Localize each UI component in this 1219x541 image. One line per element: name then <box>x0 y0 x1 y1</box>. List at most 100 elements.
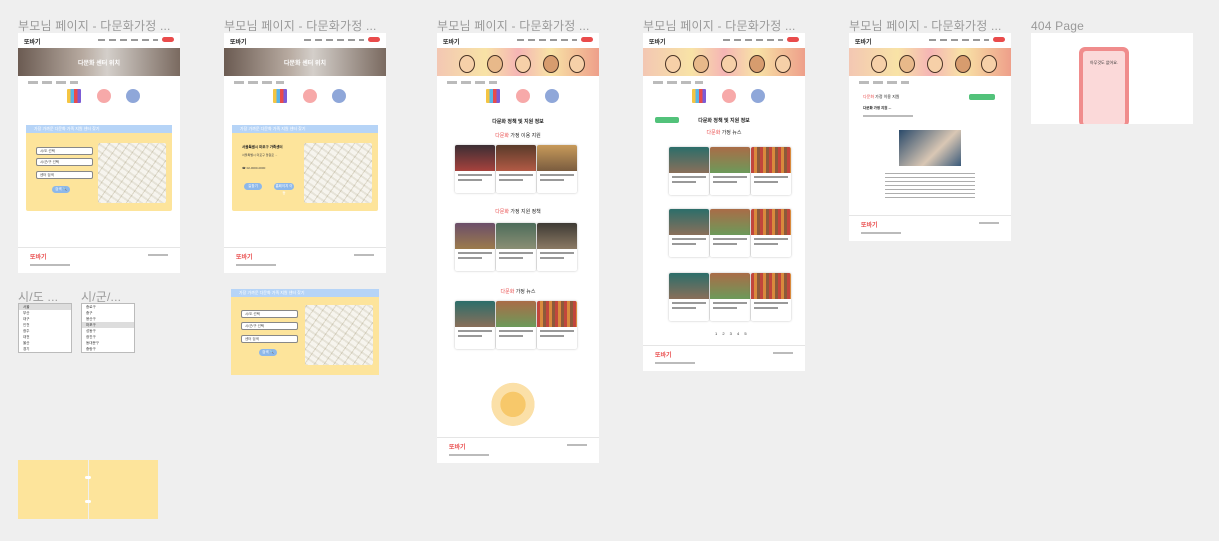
list-button[interactable] <box>969 94 995 100</box>
nav-menu[interactable] <box>517 39 577 41</box>
map-pin-icon[interactable] <box>97 89 111 103</box>
directions-button[interactable]: 길찾기 <box>244 183 262 190</box>
frame-label-4[interactable]: 부모님 페이지 - 다문화가정 ... <box>643 17 796 34</box>
frame-search-panel-variant[interactable]: 가장 가까운 다문화 가족 지원 센터 찾기 시/도 선택 시/군/구 선택 센… <box>231 289 379 375</box>
family-icon[interactable] <box>126 89 140 103</box>
map-view[interactable] <box>304 143 372 203</box>
nav-menu[interactable] <box>98 39 158 41</box>
news-card[interactable] <box>751 273 791 321</box>
footer-links[interactable] <box>861 232 901 234</box>
dropdown-option[interactable]: 경기 <box>19 346 71 352</box>
frame-label-5[interactable]: 부모님 페이지 - 다문화가정 ... <box>849 17 1002 34</box>
support-card[interactable] <box>496 145 536 193</box>
logo[interactable]: 또바기 <box>649 37 666 46</box>
footer-links[interactable] <box>236 264 276 266</box>
chart-icon[interactable] <box>692 89 706 103</box>
chart-icon[interactable] <box>273 89 287 103</box>
child-face-icon <box>487 55 503 73</box>
search-button[interactable]: 검색 🔍 <box>259 349 277 356</box>
news-card[interactable] <box>455 301 495 349</box>
frame-article-detail[interactable]: 또바기 다문화 가정 이용 지원 다문화 가정 지원 ... 또바기 <box>849 33 1011 241</box>
child-face-icon <box>927 55 943 73</box>
sigungu-select[interactable]: 시/군/구 선택 <box>241 322 298 330</box>
frame-label-1[interactable]: 부모님 페이지 - 다문화가정 ... <box>18 17 171 34</box>
news-card[interactable] <box>710 273 750 321</box>
pagination[interactable]: 1 2 3 4 5 <box>715 331 749 336</box>
support-card[interactable] <box>537 145 577 193</box>
social-icons[interactable] <box>567 444 587 446</box>
map-pin-icon[interactable] <box>303 89 317 103</box>
family-icon[interactable] <box>545 89 559 103</box>
social-icons[interactable] <box>773 352 793 354</box>
center-search-title: 가장 가까운 다문화 가족 지원 센터 찾기 <box>26 125 172 133</box>
news-card[interactable] <box>751 209 791 257</box>
breadcrumb <box>447 81 497 84</box>
homepage-button[interactable]: 홈페이지 이동 <box>274 183 294 195</box>
news-card[interactable] <box>496 301 536 349</box>
chart-icon[interactable] <box>486 89 500 103</box>
frame-label-3[interactable]: 부모님 페이지 - 다문화가정 ... <box>437 17 590 34</box>
frame-center-result[interactable]: 또바기 다문화 센터 위치 가장 가까운 다문화 가족 지원 센터 찾기 서울특… <box>224 33 386 273</box>
nav-menu[interactable] <box>929 39 989 41</box>
social-icons[interactable] <box>354 254 374 256</box>
footer-links[interactable] <box>655 362 695 364</box>
policy-card[interactable] <box>537 223 577 271</box>
sigungu-select[interactable]: 시/군/구 선택 <box>36 158 93 166</box>
footer: 또바기 <box>224 247 386 273</box>
news-card[interactable] <box>710 147 750 195</box>
footer-links[interactable] <box>449 454 489 456</box>
news-card[interactable] <box>669 273 709 321</box>
logo[interactable]: 또바기 <box>24 37 41 46</box>
section-title-rest: 가정 지원 정책 <box>509 209 541 215</box>
news-card[interactable] <box>710 209 750 257</box>
frame-label-404[interactable]: 404 Page <box>1031 19 1084 33</box>
yellow-tile-left[interactable] <box>18 460 88 519</box>
chart-icon[interactable] <box>67 89 81 103</box>
news-card[interactable] <box>669 147 709 195</box>
frame-news-list[interactable]: 또바기 다문화 정책 및 지원 정보 다문화 가정 뉴스 1 2 3 4 5 또… <box>643 33 805 371</box>
dropdown-option[interactable]: 중랑구 <box>82 346 134 352</box>
news-card[interactable] <box>669 209 709 257</box>
frame-label-2[interactable]: 부모님 페이지 - 다문화가정 ... <box>224 17 377 34</box>
sido-dropdown[interactable]: 서울 부산 대구 인천 광주 대전 울산 경기 <box>18 303 72 353</box>
social-icons[interactable] <box>979 222 999 224</box>
footer-logo: 또바기 <box>30 255 47 261</box>
logo[interactable]: 또바기 <box>230 37 247 46</box>
policy-card[interactable] <box>496 223 536 271</box>
sido-select[interactable]: 시/도 선택 <box>36 147 93 155</box>
login-button[interactable] <box>581 37 593 42</box>
news-card[interactable] <box>751 147 791 195</box>
policy-card[interactable] <box>455 223 495 271</box>
map-view[interactable] <box>98 143 166 203</box>
social-icons[interactable] <box>148 254 168 256</box>
logo[interactable]: 또바기 <box>443 37 460 46</box>
search-button[interactable]: 검색 🔍 <box>52 186 70 193</box>
login-button[interactable] <box>993 37 1005 42</box>
section-title-rest: 가정 이용 지원 <box>874 94 900 99</box>
sigungu-dropdown[interactable]: 종로구 중구 용산구 마포구 성동구 광진구 동대문구 중랑구 <box>81 303 135 353</box>
top-nav: 또바기 <box>224 33 386 47</box>
section-title-support: 다문화 가정 이용 지원 <box>437 132 599 139</box>
nav-menu[interactable] <box>723 39 783 41</box>
map-view[interactable] <box>305 305 373 365</box>
support-card[interactable] <box>455 145 495 193</box>
nav-menu[interactable] <box>304 39 364 41</box>
login-button[interactable] <box>162 37 174 42</box>
map-pin-icon[interactable] <box>722 89 736 103</box>
login-button[interactable] <box>787 37 799 42</box>
family-icon[interactable] <box>332 89 346 103</box>
footer-links[interactable] <box>30 264 70 266</box>
search-input[interactable]: 센터 검색 <box>36 171 93 179</box>
child-face-icon <box>515 55 531 73</box>
frame-404[interactable]: 아무것도 없어요. <box>1031 33 1193 124</box>
map-pin-icon[interactable] <box>516 89 530 103</box>
yellow-tile-right[interactable] <box>89 460 158 519</box>
frame-policy-info[interactable]: 또바기 다문화 정책 및 지원 정보 다문화 가정 이용 지원 다문화 가정 지… <box>437 33 599 463</box>
family-icon[interactable] <box>751 89 765 103</box>
login-button[interactable] <box>368 37 380 42</box>
logo[interactable]: 또바기 <box>855 37 872 46</box>
search-input[interactable]: 센터 검색 <box>241 335 298 343</box>
sido-select[interactable]: 시/도 선택 <box>241 310 298 318</box>
news-card[interactable] <box>537 301 577 349</box>
frame-center-location[interactable]: 또바기 다문화 센터 위치 가장 가까운 다문화 가족 지원 센터 찾기 시/도… <box>18 33 180 273</box>
